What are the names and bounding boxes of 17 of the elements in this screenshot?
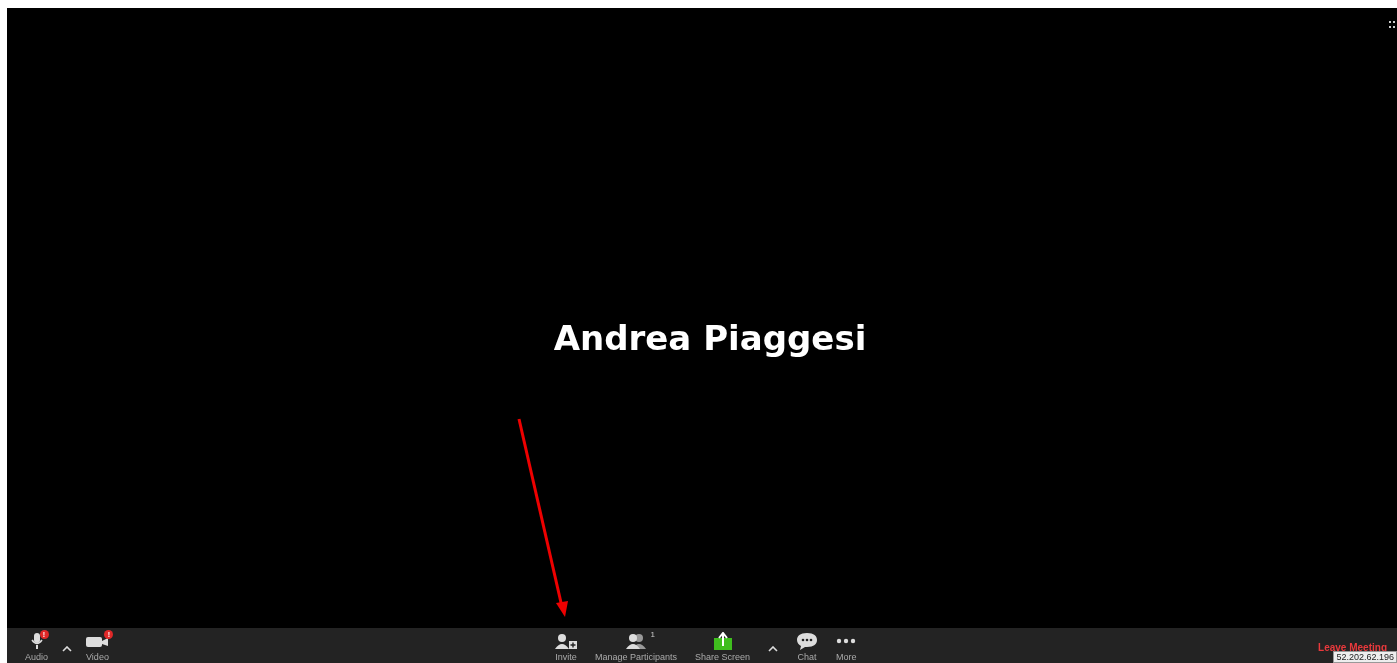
people-icon — [625, 633, 647, 649]
chat-button[interactable]: Chat — [796, 628, 819, 662]
video-camera-icon — [86, 634, 109, 648]
participants-button[interactable]: 1 Manage Participants — [595, 628, 678, 662]
participant-count: 1 — [650, 630, 655, 639]
speech-bubble-icon — [796, 632, 819, 650]
more-icon — [836, 638, 857, 644]
microphone-icon — [29, 632, 44, 650]
upload-arrow-icon — [712, 632, 733, 650]
more-button[interactable]: More — [836, 628, 857, 662]
invite-button[interactable]: Invite — [555, 628, 577, 662]
add-person-icon — [555, 633, 577, 649]
share-button[interactable]: Share Screen — [695, 628, 751, 662]
leave-meeting-button[interactable]: Leave Meeting — [1318, 642, 1387, 653]
fullscreen-icon[interactable] — [1389, 21, 1395, 29]
ip-tooltip: 52.202.62.196 — [1333, 651, 1397, 663]
participant-name: Andrea Piaggesi — [553, 318, 867, 358]
